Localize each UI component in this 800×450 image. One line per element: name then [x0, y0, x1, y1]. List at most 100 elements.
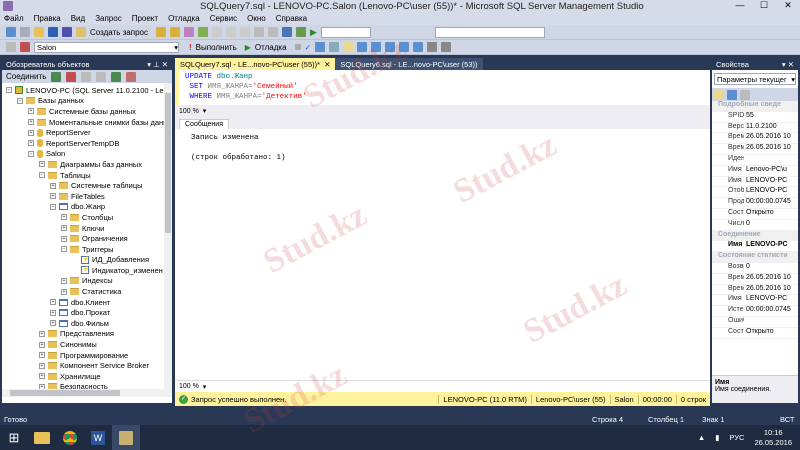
tree-node[interactable]: − Таблицы	[2, 170, 172, 181]
expand-icon[interactable]: +	[61, 214, 67, 221]
expand-icon[interactable]: +	[28, 129, 34, 136]
tree-node[interactable]: + ReportServer	[2, 127, 172, 138]
parse-icon[interactable]: ✓	[305, 43, 312, 52]
tree-node[interactable]: + Системные таблицы	[2, 180, 172, 191]
solution-config-select[interactable]	[320, 26, 371, 38]
results-zoom-select[interactable]: 100 % ▾	[175, 380, 710, 392]
menu-project[interactable]: Проект	[132, 14, 158, 23]
property-row[interactable]: Ошибк	[712, 317, 798, 328]
query-designer-icon[interactable]	[329, 42, 340, 52]
connect-button[interactable]: Соединить	[6, 72, 46, 81]
collapse-icon[interactable]: −	[28, 150, 34, 157]
scroll-thumb[interactable]	[10, 390, 120, 396]
client-stats-icon[interactable]	[371, 42, 382, 52]
expand-icon[interactable]: +	[50, 299, 56, 306]
navigate-icon[interactable]	[281, 27, 292, 37]
new-query-icon[interactable]	[76, 27, 86, 37]
open-file-icon[interactable]	[34, 27, 44, 37]
add-item-icon[interactable]	[20, 27, 30, 37]
network-icon[interactable]: ▮	[715, 433, 719, 442]
tree-node[interactable]: + Безопасность	[2, 382, 172, 389]
property-pages-icon[interactable]	[740, 89, 750, 100]
cut-icon[interactable]	[211, 27, 222, 37]
tree-node[interactable]: + Ограничения	[2, 233, 172, 244]
tree-horizontal-scrollbar[interactable]	[2, 389, 172, 397]
tree-node[interactable]: − Salon	[2, 149, 172, 160]
tree-node[interactable]: + Системные базы данных	[2, 106, 172, 117]
panel-controls-icon[interactable]: ▾ ⊥ ✕	[147, 60, 168, 69]
menu-edit[interactable]: Правка	[34, 14, 61, 23]
maximize-button[interactable]: ☐	[752, 0, 776, 12]
start-button[interactable]: ⊞	[0, 425, 28, 450]
property-row[interactable]: Продол00:00:00.0745	[712, 198, 798, 209]
property-row[interactable]: Иденти	[712, 155, 798, 166]
tree-node[interactable]: ⚡ ИД_Добавления	[2, 255, 172, 266]
redo-icon[interactable]	[267, 27, 278, 37]
tree-node[interactable]: + dbo.Фильм	[2, 318, 172, 329]
property-row[interactable]: Возвра0	[712, 263, 798, 274]
expand-icon[interactable]: +	[28, 108, 34, 115]
debug-button[interactable]: Отладка	[255, 43, 287, 52]
menu-debug[interactable]: Отладка	[168, 14, 200, 23]
property-row[interactable]: Время26.05.2016 10	[712, 274, 798, 285]
tree-node[interactable]: − Триггеры	[2, 244, 172, 255]
property-row[interactable]: Имя сеLENOVO-PC	[712, 177, 798, 188]
close-tab-icon[interactable]: ✕	[324, 60, 330, 69]
copy-icon[interactable]	[225, 27, 236, 37]
language-indicator[interactable]: РУС	[729, 433, 744, 442]
new-query-button[interactable]: Создать запрос	[90, 28, 148, 37]
tab-sqlquery6[interactable]: SQLQuery6.sql - LE...novo-PC\user (53))	[335, 58, 483, 70]
connect-db-icon[interactable]	[51, 71, 62, 82]
tray-chevron-icon[interactable]: ▲	[698, 433, 705, 442]
property-row[interactable]: СостоОткрыто	[712, 209, 798, 220]
save-all-icon[interactable]	[62, 27, 72, 37]
property-row[interactable]: Версия11.0.2100	[712, 123, 798, 134]
filter-icon[interactable]	[96, 71, 107, 82]
collapse-icon[interactable]: −	[61, 246, 67, 253]
clock[interactable]: 10:16 26.05.2016	[754, 428, 792, 448]
save-icon[interactable]	[48, 27, 58, 37]
tab-sqlquery7[interactable]: SQLQuery7.sql - LE...novo-PC\user (55))*…	[175, 58, 336, 70]
property-category[interactable]: Состояние статисти	[712, 252, 798, 263]
results-to-file-icon[interactable]	[413, 42, 424, 52]
tree-node[interactable]: + Статистика	[2, 286, 172, 297]
editor-zoom-select[interactable]: 100 % ▾	[175, 105, 710, 117]
expand-icon[interactable]: +	[50, 309, 56, 316]
expand-icon[interactable]: +	[50, 320, 56, 327]
tree-node[interactable]: + dbo.Прокат	[2, 307, 172, 318]
sort-alpha-icon[interactable]	[727, 89, 737, 100]
menu-window[interactable]: Окно	[247, 14, 266, 23]
tree-node[interactable]: + Столбцы	[2, 212, 172, 223]
taskbar-word[interactable]: W	[84, 425, 112, 450]
collapse-icon[interactable]: −	[6, 87, 12, 94]
collapse-icon[interactable]: −	[17, 97, 23, 104]
property-row[interactable]: ОтобраLENOVO-PC	[712, 187, 798, 199]
taskbar-chrome[interactable]	[56, 425, 84, 450]
menu-tools[interactable]: Сервис	[210, 14, 237, 23]
expand-icon[interactable]: +	[39, 330, 45, 337]
menu-file[interactable]: Файл	[4, 14, 24, 23]
tree-node[interactable]: + Индексы	[2, 276, 172, 287]
mdx-query-icon[interactable]	[183, 27, 194, 37]
property-category[interactable]: Подробные сведе	[712, 101, 798, 112]
paste-icon[interactable]	[239, 27, 250, 37]
new-project-icon[interactable]	[6, 27, 16, 37]
taskbar-explorer[interactable]	[28, 425, 56, 450]
property-category[interactable]: Соединение	[712, 230, 798, 242]
stop-icon[interactable]	[81, 71, 92, 82]
start-debug-icon[interactable]: ▶	[310, 27, 317, 38]
expand-icon[interactable]: +	[39, 352, 45, 359]
menu-help[interactable]: Справка	[276, 14, 307, 23]
disconnect-db-icon[interactable]	[66, 71, 77, 82]
expand-icon[interactable]: +	[50, 193, 56, 200]
expand-icon[interactable]: +	[28, 119, 34, 126]
tree-node[interactable]: − Базы данных	[2, 96, 172, 107]
panel-controls-icon[interactable]: ▾ ✕	[782, 60, 794, 69]
tree-node[interactable]: ⚡ Индикатор_изменен	[2, 265, 172, 276]
expand-icon[interactable]: +	[61, 277, 67, 284]
tree-node[interactable]: + ReportServerTempDB	[2, 138, 172, 149]
property-row[interactable]: SPID 55	[712, 112, 798, 123]
property-row[interactable]: Время26.05.2016 10	[712, 133, 798, 145]
tree-node[interactable]: + FileTables	[2, 191, 172, 202]
expand-icon[interactable]: +	[39, 362, 45, 369]
